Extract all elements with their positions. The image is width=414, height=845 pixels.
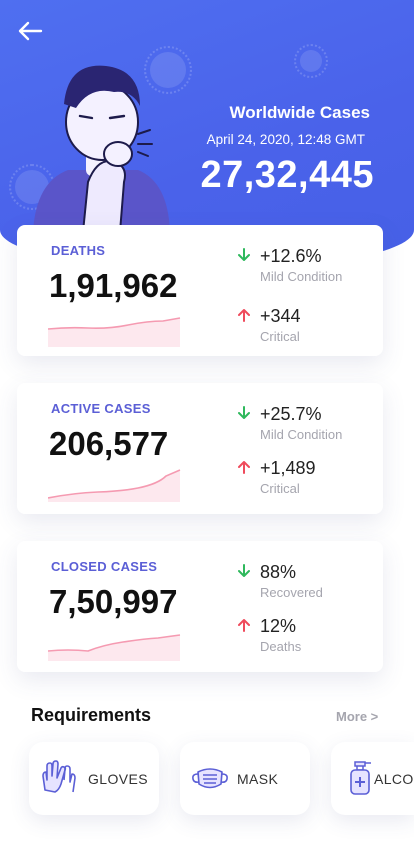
- requirements-title: Requirements: [31, 705, 152, 725]
- arrow-up-icon: [238, 461, 250, 474]
- stat-value: +1,489: [260, 458, 316, 478]
- requirement-label: GLOVES: [88, 771, 148, 787]
- arrow-up-icon: [238, 309, 250, 322]
- stat-label: Mild Condition: [260, 269, 343, 284]
- arrow-left-icon: [18, 21, 43, 41]
- stat-label: Critical: [260, 481, 300, 496]
- arrow-up-icon: [238, 619, 250, 632]
- card-value: 1,91,962: [49, 267, 178, 304]
- arrow-down-icon: [238, 406, 250, 419]
- card-label: DEATHS: [51, 243, 106, 258]
- virus-decoration: [294, 44, 328, 78]
- card-value: 7,50,997: [49, 583, 178, 620]
- stat-label: Mild Condition: [260, 427, 343, 442]
- more-link[interactable]: More >: [336, 709, 378, 724]
- card-label: ACTIVE CASES: [51, 401, 151, 416]
- arrow-down-icon: [238, 564, 250, 577]
- stat-value: 12%: [260, 616, 297, 636]
- arrow-down-icon: [238, 248, 250, 261]
- worldwide-total: 27,32,445: [200, 154, 374, 196]
- trend-sparkline: [48, 469, 181, 502]
- stat-value: +12.6%: [260, 246, 322, 266]
- trend-sparkline: [48, 317, 181, 347]
- hero-date: April 24, 2020, 12:48 GMT: [206, 132, 365, 147]
- requirement-mask[interactable]: MASK: [180, 742, 310, 815]
- back-button[interactable]: [16, 18, 44, 44]
- card-value: 206,577: [49, 425, 169, 462]
- card-label: CLOSED CASES: [51, 559, 158, 574]
- requirement-label: ALCO: [374, 771, 414, 787]
- deaths-card[interactable]: DEATHS 1,91,962 +12.6% Mild Condition +3…: [17, 225, 383, 356]
- stat-value: +25.7%: [260, 404, 322, 424]
- closed-cases-card[interactable]: CLOSED CASES 7,50,997 88% Recovered 12% …: [17, 541, 383, 672]
- requirement-label: MASK: [237, 771, 279, 787]
- sick-person-illustration: [33, 65, 170, 232]
- active-cases-card[interactable]: ACTIVE CASES 206,577 +25.7% Mild Conditi…: [17, 383, 383, 514]
- stat-value: 88%: [260, 562, 297, 582]
- stat-label: Deaths: [260, 639, 302, 654]
- requirement-alcohol[interactable]: ALCO: [331, 742, 414, 815]
- stat-label: Recovered: [260, 585, 323, 600]
- trend-sparkline: [48, 634, 181, 661]
- gloves-icon: [42, 760, 76, 793]
- stat-value: +344: [260, 306, 301, 326]
- requirement-gloves[interactable]: GLOVES: [29, 742, 159, 815]
- stat-label: Critical: [260, 329, 300, 344]
- mask-icon: [192, 768, 228, 789]
- hero-title: Worldwide Cases: [229, 103, 370, 122]
